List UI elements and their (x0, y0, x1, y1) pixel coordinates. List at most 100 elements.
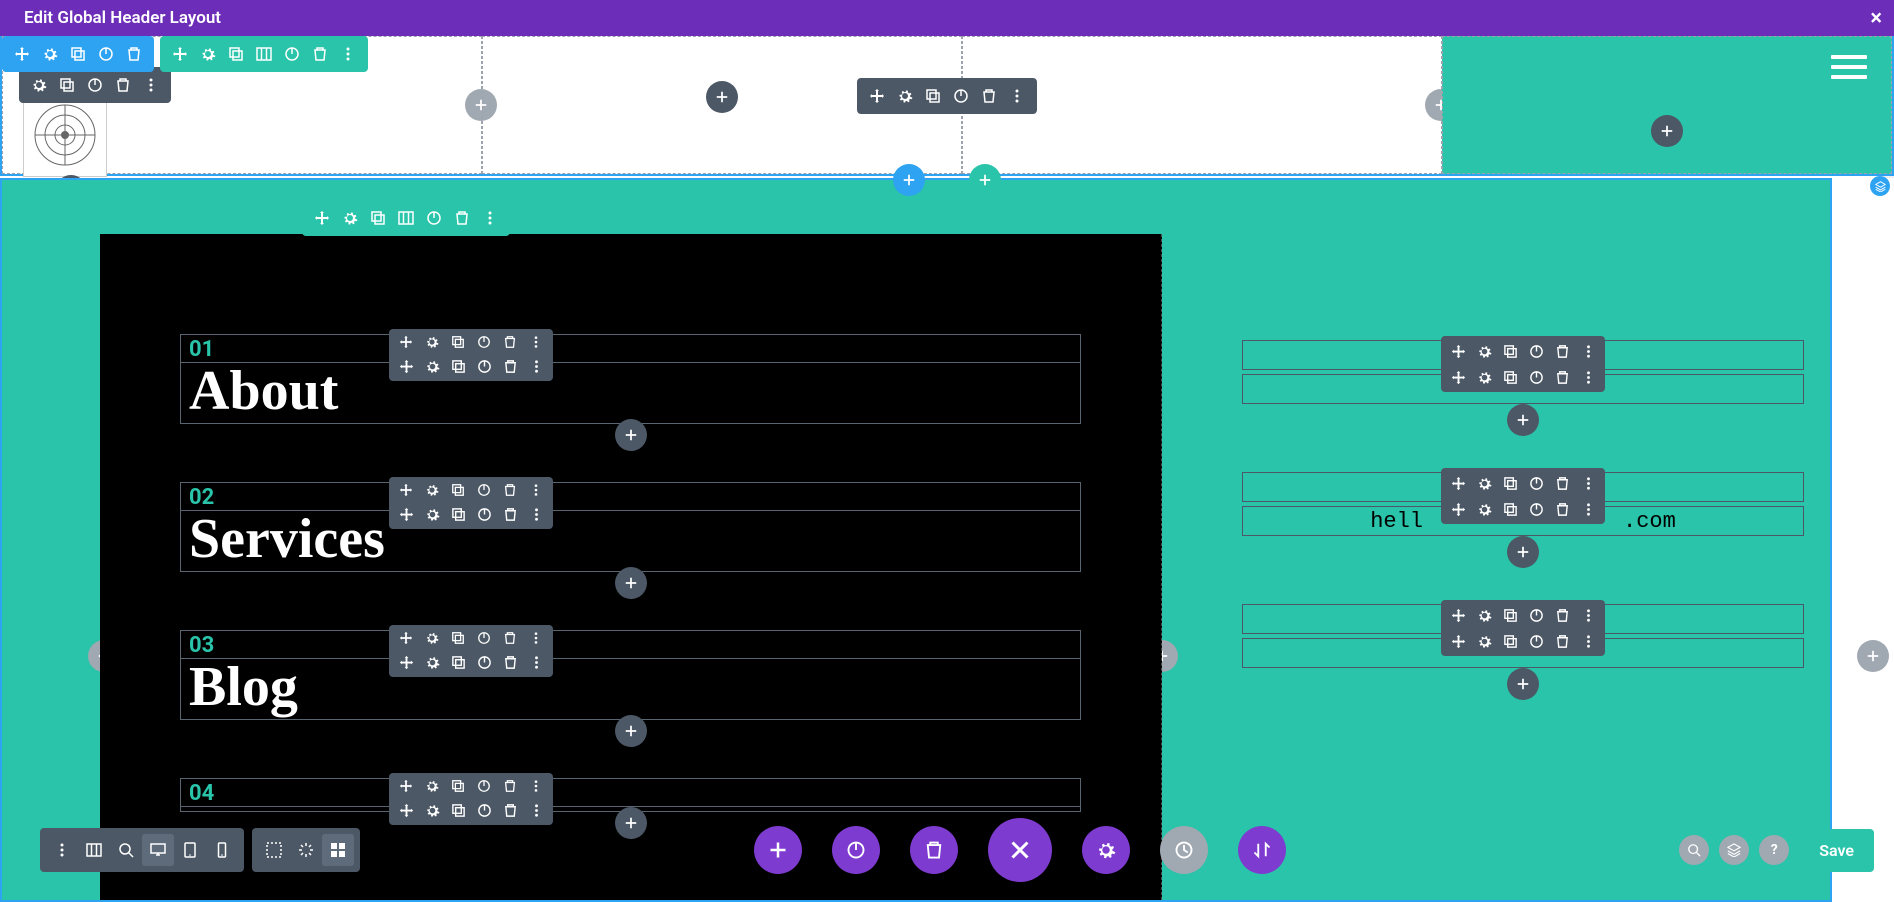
gear-icon[interactable] (891, 82, 919, 110)
add-module-button[interactable] (615, 567, 647, 599)
dup-icon[interactable] (1497, 338, 1523, 364)
close-builder-button[interactable] (988, 818, 1052, 882)
info-item[interactable] (1242, 604, 1804, 668)
dup-icon[interactable] (445, 479, 471, 501)
duplicate-icon[interactable] (919, 82, 947, 110)
trash-icon[interactable] (1549, 338, 1575, 364)
gear-icon[interactable] (194, 40, 222, 68)
dup-icon[interactable] (445, 649, 471, 675)
layers-toggle[interactable] (1870, 176, 1890, 196)
gear-icon[interactable] (1471, 338, 1497, 364)
dup-icon[interactable] (1497, 628, 1523, 654)
power-icon[interactable] (471, 501, 497, 527)
add-module-button[interactable] (615, 715, 647, 747)
phone-icon[interactable] (206, 834, 238, 866)
duplicate-icon[interactable] (53, 71, 81, 99)
trash-icon[interactable] (1549, 364, 1575, 390)
trash-icon[interactable] (497, 501, 523, 527)
info-column[interactable]: hell.com (1162, 234, 1864, 900)
dots-icon[interactable] (1575, 496, 1601, 522)
trash-icon[interactable] (497, 353, 523, 379)
move-icon[interactable] (8, 40, 36, 68)
power-icon[interactable] (471, 627, 497, 649)
tablet-icon[interactable] (174, 834, 206, 866)
gear-icon[interactable] (419, 501, 445, 527)
columns-icon[interactable] (250, 40, 278, 68)
gear-icon[interactable] (419, 649, 445, 675)
add-section-button[interactable] (893, 164, 925, 196)
dup-icon[interactable] (445, 627, 471, 649)
power-icon[interactable] (81, 71, 109, 99)
add-row-button[interactable] (969, 164, 1001, 196)
gear-icon[interactable] (419, 775, 445, 797)
power-icon[interactable] (1523, 628, 1549, 654)
help-button[interactable]: ? (1759, 835, 1789, 865)
columns-icon[interactable] (392, 204, 420, 232)
menu-item[interactable]: 01 About (180, 334, 1081, 424)
dup-icon[interactable] (445, 797, 471, 823)
dots-icon[interactable] (1575, 470, 1601, 496)
trash-icon[interactable] (1549, 496, 1575, 522)
menu-column[interactable]: 01 About 02 Services 03 Blog (100, 234, 1162, 900)
gear-icon[interactable] (36, 40, 64, 68)
dots-icon[interactable] (523, 797, 549, 823)
power-icon[interactable] (947, 82, 975, 110)
add-module-button[interactable] (1507, 404, 1539, 436)
move-icon[interactable] (393, 501, 419, 527)
gear-icon[interactable] (1471, 628, 1497, 654)
trash-icon[interactable] (1549, 628, 1575, 654)
dup-icon[interactable] (445, 775, 471, 797)
search-icon[interactable] (1679, 835, 1709, 865)
power-icon[interactable] (420, 204, 448, 232)
move-icon[interactable] (393, 353, 419, 379)
trash-icon[interactable] (448, 204, 476, 232)
power-icon[interactable] (1523, 496, 1549, 522)
power-icon[interactable] (1523, 470, 1549, 496)
add-module-button[interactable] (615, 807, 647, 839)
duplicate-icon[interactable] (64, 40, 92, 68)
layers-icon[interactable] (1719, 835, 1749, 865)
move-icon[interactable] (1445, 496, 1471, 522)
gear-icon[interactable] (419, 331, 445, 353)
move-icon[interactable] (393, 331, 419, 353)
duplicate-icon[interactable] (222, 40, 250, 68)
add-module-button[interactable] (1651, 115, 1683, 147)
close-header-editor[interactable]: × (1870, 6, 1882, 31)
power-icon[interactable] (471, 797, 497, 823)
move-icon[interactable] (393, 479, 419, 501)
gear-icon[interactable] (1471, 496, 1497, 522)
power-button[interactable] (832, 826, 880, 874)
move-icon[interactable] (863, 82, 891, 110)
dots-icon[interactable] (334, 40, 362, 68)
power-icon[interactable] (471, 353, 497, 379)
dup-icon[interactable] (1497, 496, 1523, 522)
trash-button[interactable] (910, 826, 958, 874)
dup-icon[interactable] (1497, 602, 1523, 628)
desktop-icon[interactable] (142, 834, 174, 866)
menu-item[interactable]: 04 (180, 778, 1081, 812)
move-icon[interactable] (1445, 628, 1471, 654)
trash-icon[interactable] (109, 71, 137, 99)
power-icon[interactable] (1523, 602, 1549, 628)
dots-icon[interactable] (523, 775, 549, 797)
move-icon[interactable] (393, 627, 419, 649)
power-icon[interactable] (471, 775, 497, 797)
dots-icon[interactable] (1575, 602, 1601, 628)
trash-icon[interactable] (497, 775, 523, 797)
gear-icon[interactable] (419, 479, 445, 501)
sort-button[interactable] (1238, 826, 1286, 874)
dup-icon[interactable] (1497, 470, 1523, 496)
power-icon[interactable] (92, 40, 120, 68)
move-icon[interactable] (308, 204, 336, 232)
gear-icon[interactable] (419, 797, 445, 823)
move-icon[interactable] (393, 649, 419, 675)
gear-icon[interactable] (419, 353, 445, 379)
dots-icon[interactable] (1575, 364, 1601, 390)
move-icon[interactable] (1445, 338, 1471, 364)
duplicate-icon[interactable] (364, 204, 392, 232)
zoom-icon[interactable] (110, 834, 142, 866)
dots-icon[interactable] (46, 834, 78, 866)
trash-icon[interactable] (120, 40, 148, 68)
dup-icon[interactable] (1497, 364, 1523, 390)
dots-icon[interactable] (137, 71, 165, 99)
